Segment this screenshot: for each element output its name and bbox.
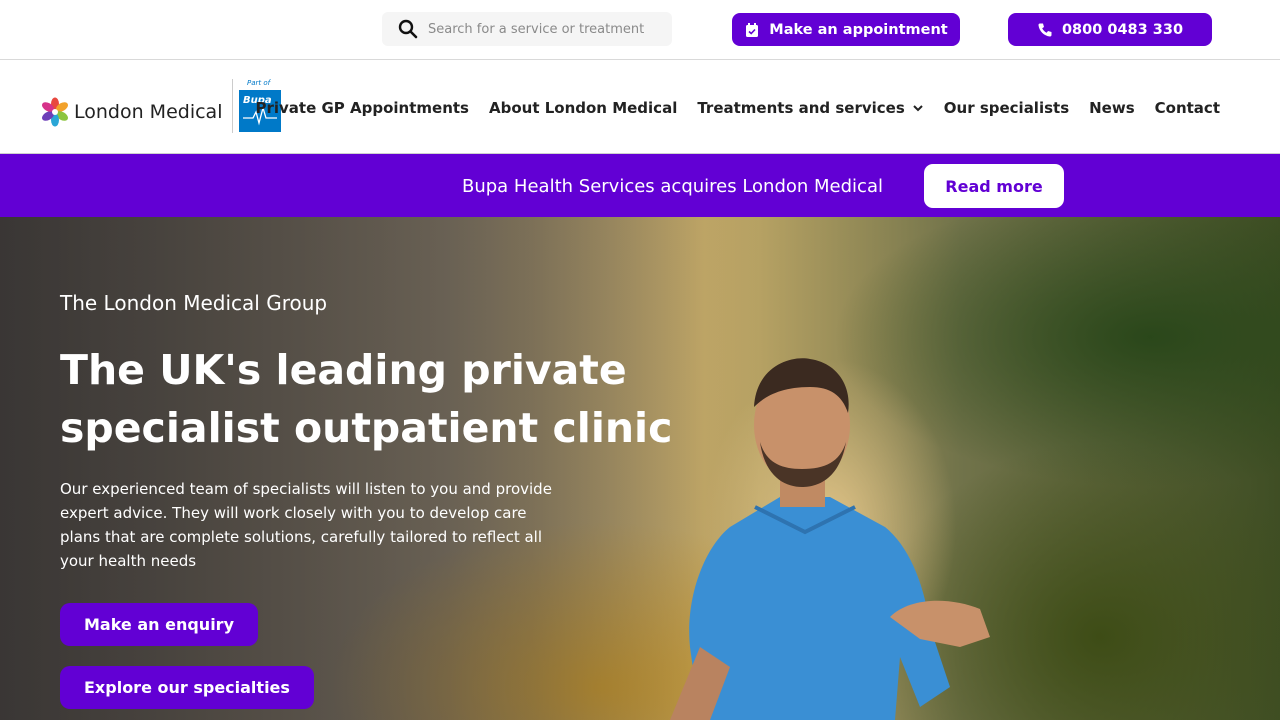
- nav-label: Contact: [1154, 99, 1220, 117]
- nav-label: Our specialists: [943, 99, 1070, 117]
- announcement-banner: Bupa Health Services acquires London Med…: [0, 154, 1280, 217]
- phone-label: 0800 0483 330: [1061, 21, 1184, 38]
- hero-kicker: The London Medical Group: [60, 291, 328, 315]
- search-bar[interactable]: [382, 12, 672, 46]
- main-navbar: London Medical Part of Bupa Private GP A…: [0, 61, 1280, 154]
- nav-about[interactable]: About London Medical: [489, 99, 677, 117]
- nav-private-gp[interactable]: Private GP Appointments: [256, 99, 470, 117]
- hero-title: The UK's leading private specialist outp…: [60, 346, 673, 452]
- banner-text: Bupa Health Services acquires London Med…: [462, 176, 883, 197]
- nav-label: News: [1089, 99, 1135, 117]
- nav-label: About London Medical: [489, 99, 678, 117]
- make-appointment-button[interactable]: Make an appointment: [732, 13, 960, 46]
- phone-icon: [1038, 23, 1052, 37]
- runner-photo: [670, 358, 990, 720]
- calendar-check-icon: [746, 22, 759, 37]
- flower-logo-icon: [42, 97, 68, 127]
- nav-label: Private GP Appointments: [255, 99, 470, 117]
- nav-news[interactable]: News: [1089, 99, 1135, 117]
- appointment-label: Make an appointment: [769, 21, 948, 38]
- read-more-button[interactable]: Read more: [924, 164, 1064, 208]
- chevron-down-icon: [913, 105, 923, 112]
- search-input[interactable]: [428, 21, 658, 37]
- hero-section: The London Medical Group The UK's leadin…: [0, 217, 1280, 720]
- nav-label: Treatments and services: [697, 99, 905, 117]
- london-medical-logo[interactable]: London Medical: [40, 97, 222, 127]
- make-enquiry-button[interactable]: Make an enquiry: [60, 603, 258, 646]
- explore-specialties-button[interactable]: Explore our specialties: [60, 666, 314, 709]
- nav-treatments[interactable]: Treatments and services: [697, 99, 923, 117]
- bupa-part-of: Part of: [247, 79, 271, 87]
- nav-specialists[interactable]: Our specialists: [944, 99, 1069, 117]
- phone-button[interactable]: 0800 0483 330: [1008, 13, 1212, 46]
- logo-text: London Medical: [74, 101, 223, 123]
- search-icon: [398, 19, 418, 39]
- top-utility-bar: Make an appointment 0800 0483 330: [0, 0, 1280, 60]
- primary-nav: Private GP Appointments About London Med…: [256, 99, 1221, 117]
- hero-body: Our experienced team of specialists will…: [60, 480, 552, 570]
- nav-contact[interactable]: Contact: [1155, 99, 1220, 117]
